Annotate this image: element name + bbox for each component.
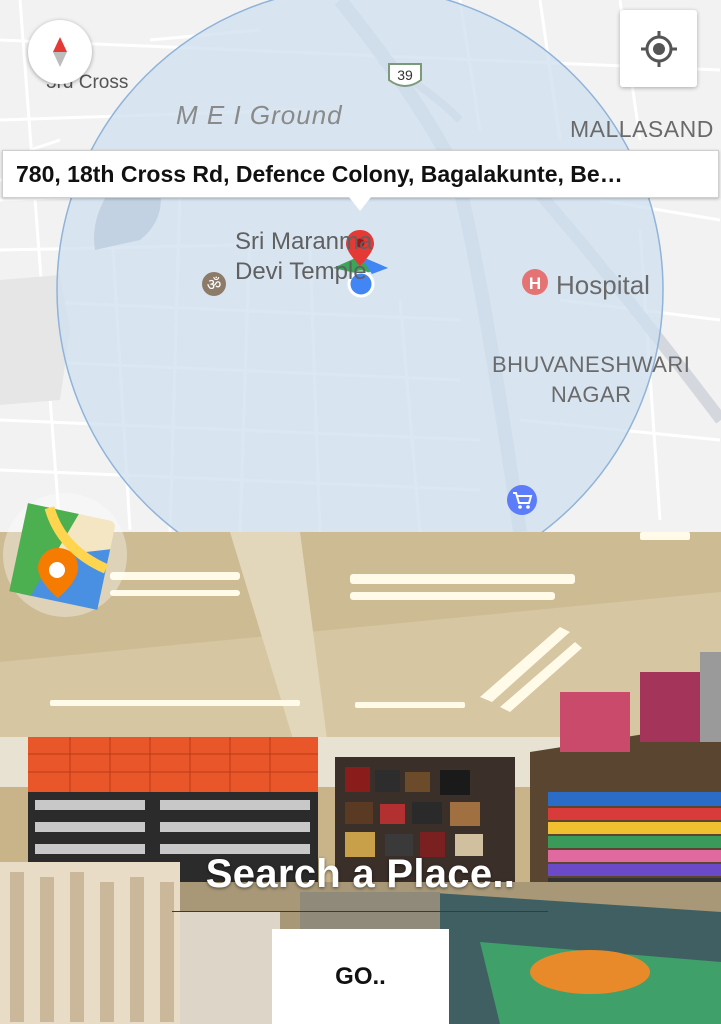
go-button[interactable]: GO.. bbox=[272, 929, 449, 1024]
temple-label-line1: Sri Maranma bbox=[235, 228, 373, 255]
bhuvaneshwari-label-line1: BHUVANESHWARI bbox=[492, 352, 691, 377]
place-label-hospital: Hospital bbox=[556, 270, 650, 300]
temple-label-line2: Devi Temple bbox=[235, 258, 367, 285]
address-info-window[interactable]: 780, 18th Cross Rd, Defence Colony, Baga… bbox=[2, 150, 719, 198]
search-input-underline bbox=[172, 911, 548, 912]
map-view[interactable]: 39 ॐ H 3rd Cross M E I Ground MALLASAND … bbox=[0, 0, 721, 532]
highway-shield-label: 39 bbox=[397, 67, 413, 83]
place-label-temple: Sri Maranma Devi Temple bbox=[235, 227, 372, 287]
search-place-title[interactable]: Search a Place.. bbox=[0, 852, 721, 897]
bhuvaneshwari-label-line2: NAGAR bbox=[550, 382, 632, 407]
place-label-mei-ground: M E I Ground bbox=[176, 100, 343, 130]
svg-text:H: H bbox=[529, 274, 541, 293]
compass-icon bbox=[53, 37, 67, 67]
svg-text:ॐ: ॐ bbox=[207, 275, 222, 294]
my-location-icon bbox=[640, 30, 677, 67]
compass-button[interactable] bbox=[28, 20, 92, 84]
area-label-mallasand: MALLASAND bbox=[570, 116, 714, 142]
highway-shield: 39 bbox=[388, 63, 422, 87]
my-location-button[interactable] bbox=[620, 10, 697, 87]
area-label-bhuvaneshwari-nagar: BHUVANESHWARI NAGAR bbox=[492, 350, 690, 410]
info-window-pointer bbox=[349, 197, 371, 211]
google-maps-logo-icon bbox=[3, 493, 127, 617]
